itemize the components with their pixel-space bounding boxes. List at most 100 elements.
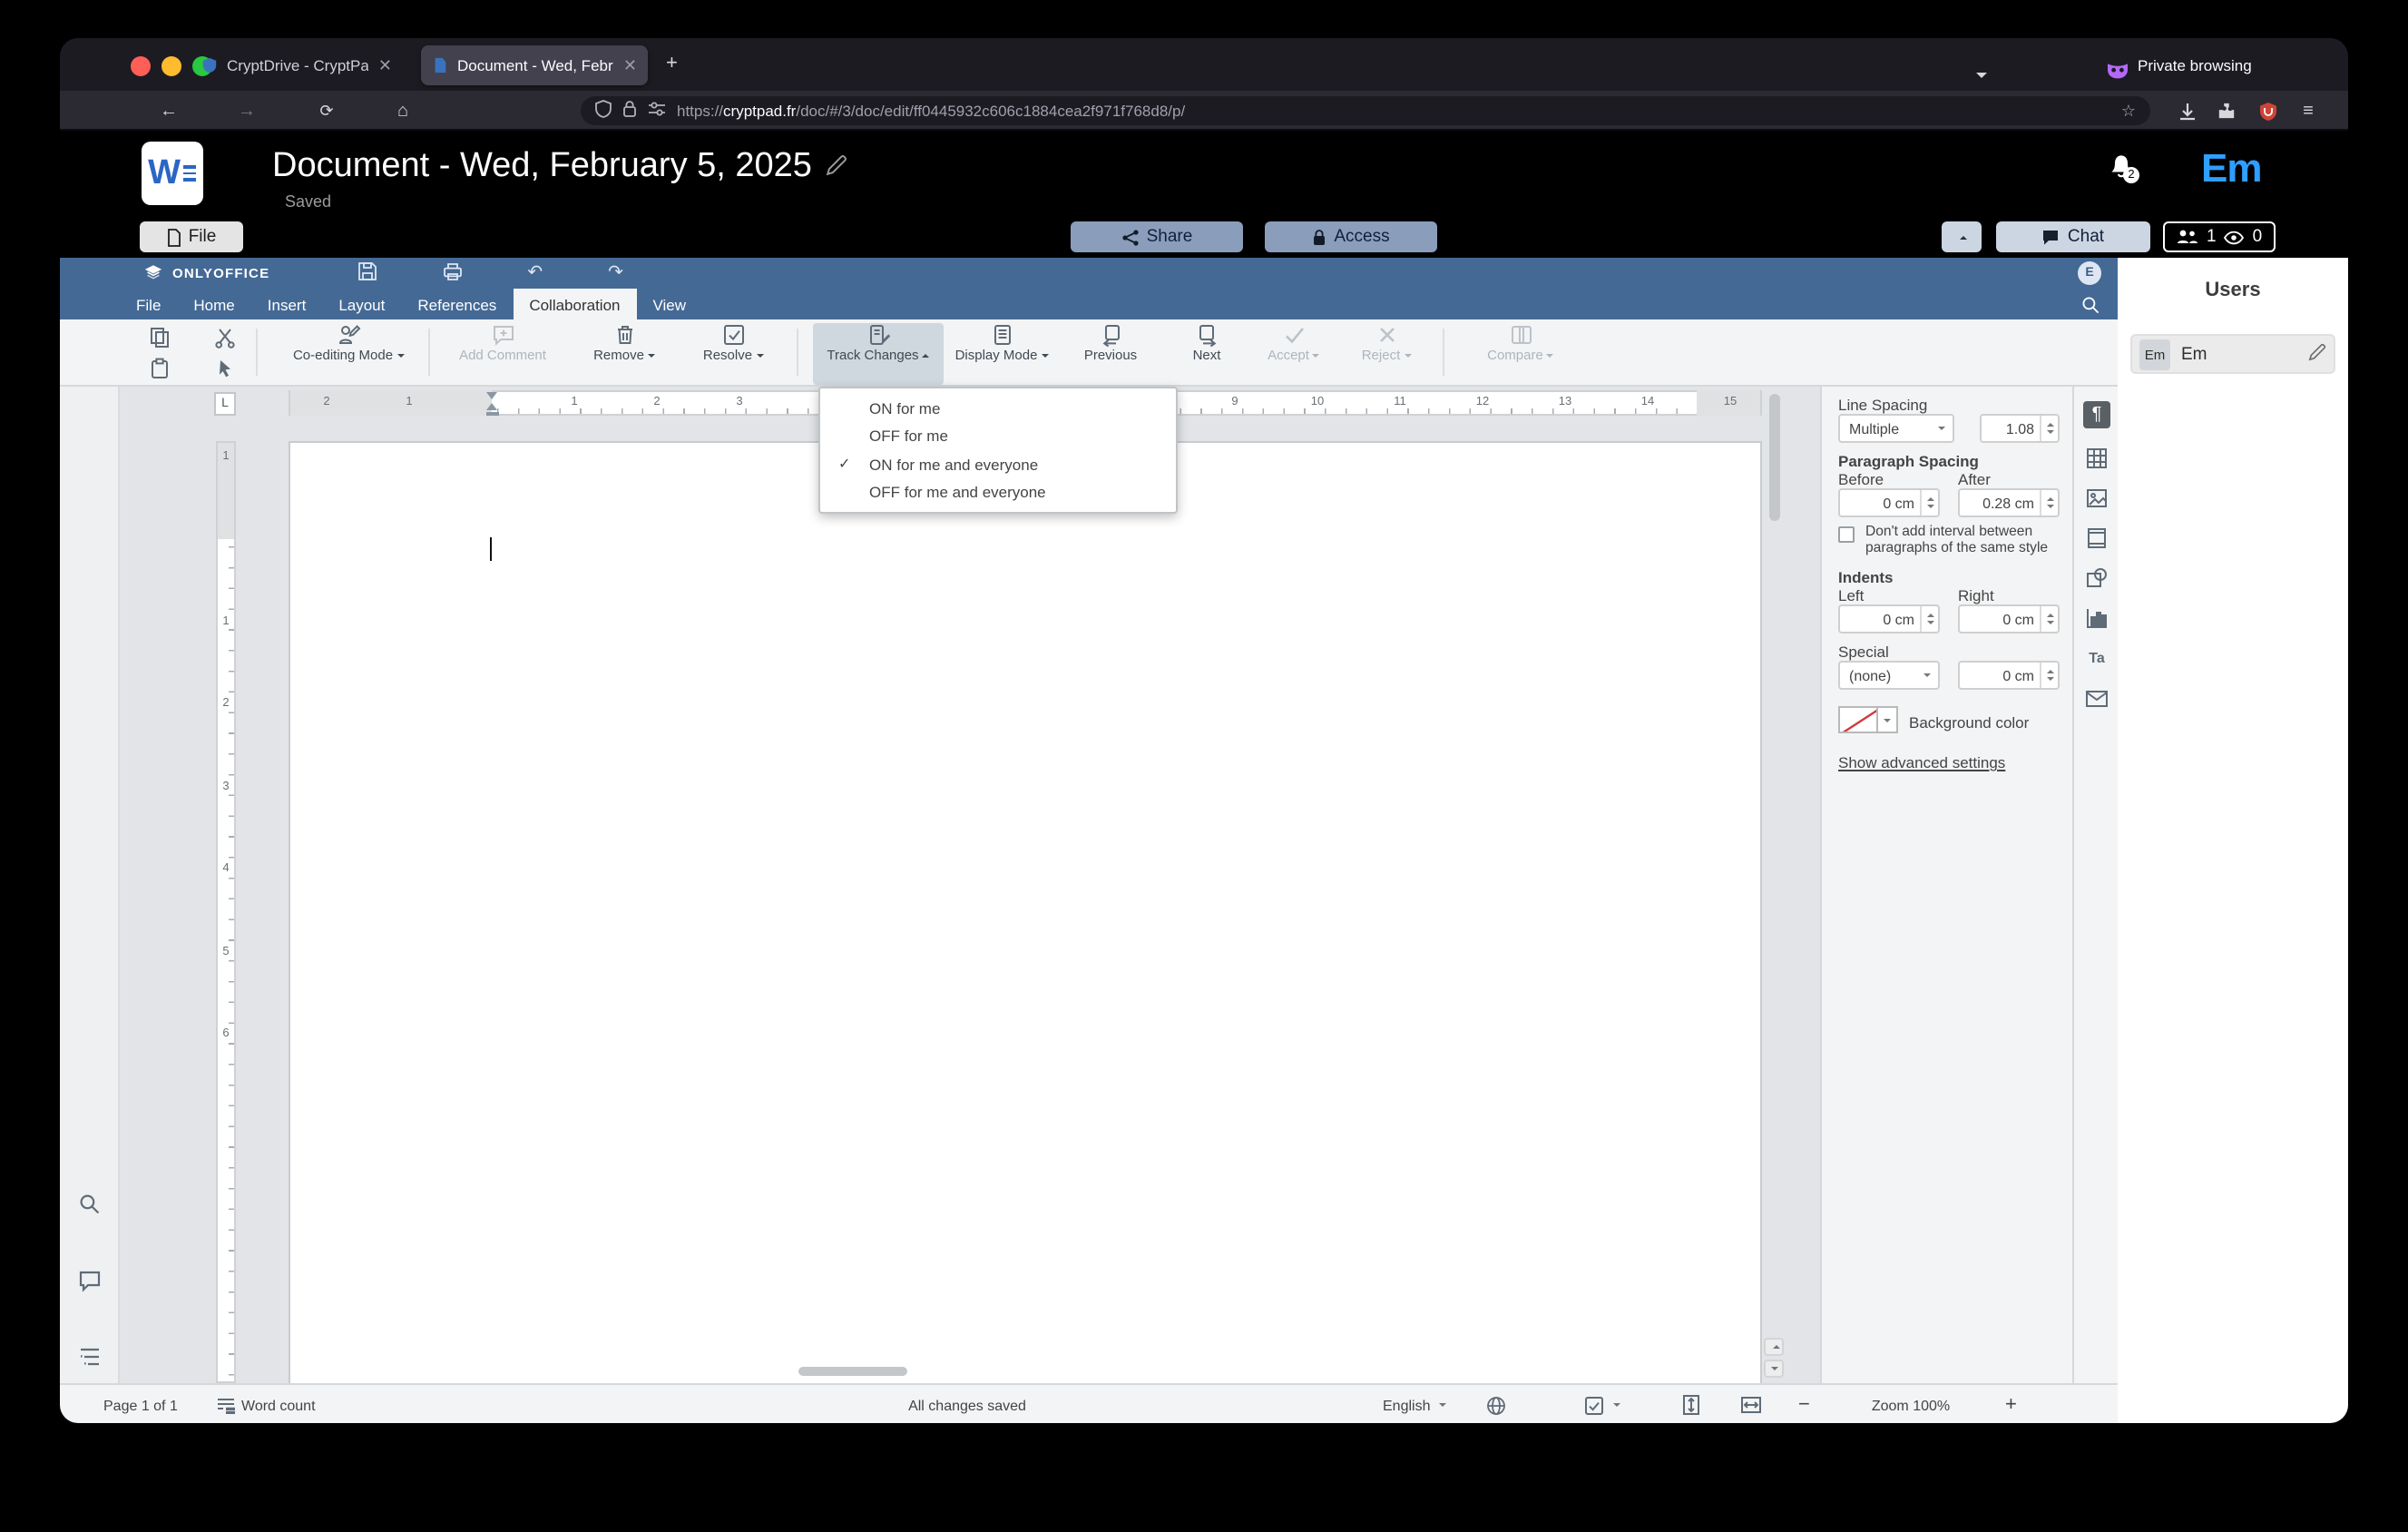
line-spacing-amount-spinner[interactable]: 1.08 — [1980, 414, 2060, 443]
horizontal-scrollbar-thumb[interactable] — [798, 1367, 907, 1376]
chart-settings-icon[interactable] — [2083, 604, 2110, 632]
menu-tab-layout[interactable]: Layout — [322, 289, 401, 319]
resolve-button[interactable]: Resolve — [684, 323, 782, 364]
downloads-icon[interactable] — [2172, 91, 2201, 131]
tab-document[interactable]: Document - Wed, February 5, 2 ✕ — [421, 45, 648, 85]
document-language-globe-icon[interactable] — [1486, 1385, 1506, 1423]
file-button[interactable]: File — [140, 221, 243, 252]
back-button[interactable]: ← — [154, 91, 183, 131]
track-changes-menu-item[interactable]: ON for me — [820, 394, 1176, 422]
line-spacing-select[interactable]: Multiple — [1838, 414, 1954, 443]
menu-tab-references[interactable]: References — [401, 289, 513, 319]
paragraph-settings-icon[interactable]: ¶ — [2083, 401, 2110, 428]
track-changes-button[interactable]: Track Changes — [813, 323, 944, 385]
menu-tab-insert[interactable]: Insert — [251, 289, 323, 319]
lock-icon[interactable] — [622, 94, 637, 127]
background-color-button[interactable] — [1838, 706, 1898, 733]
minimize-window-button[interactable] — [162, 56, 181, 76]
language-selector[interactable]: English — [1383, 1385, 1447, 1423]
bookmark-star-icon[interactable]: ☆ — [2121, 101, 2136, 121]
left-indent-marker[interactable] — [485, 411, 498, 416]
save-icon[interactable] — [357, 257, 377, 290]
spacing-before-spinner[interactable]: 0 cm — [1838, 488, 1940, 517]
tracking-shield-icon[interactable] — [595, 94, 612, 127]
first-line-indent-marker[interactable] — [485, 391, 496, 398]
home-button[interactable]: ⌂ — [388, 91, 417, 131]
chat-button[interactable]: Chat — [1996, 221, 2150, 252]
find-icon[interactable] — [78, 1193, 102, 1216]
redo-icon[interactable]: ↷ — [608, 263, 623, 282]
text-art-settings-icon[interactable]: Ta — [2083, 644, 2110, 672]
reload-button[interactable]: ⟳ — [312, 91, 341, 131]
hamburger-menu-icon[interactable]: ≡ — [2294, 91, 2323, 131]
add-comment-button[interactable]: Add Comment — [445, 323, 561, 364]
document-canvas[interactable] — [289, 441, 1762, 1383]
advanced-settings-link[interactable]: Show advanced settings — [1838, 753, 2005, 771]
print-icon[interactable] — [442, 257, 462, 290]
list-tabs-chevron-icon[interactable] — [1972, 56, 1987, 89]
menu-tab-file[interactable]: File — [120, 289, 177, 319]
page-indicator[interactable]: Page 1 of 1 — [103, 1385, 178, 1423]
scrollbar-thumb[interactable] — [1769, 394, 1780, 521]
select-all-icon[interactable] — [212, 356, 238, 381]
track-changes-menu-item[interactable]: ✓ ON for me and everyone — [820, 450, 1176, 478]
cut-icon[interactable] — [212, 325, 238, 350]
collapse-toolbar-button[interactable] — [1942, 221, 1982, 252]
spacing-after-spinner[interactable]: 0.28 cm — [1958, 488, 2060, 517]
extensions-puzzle-icon[interactable] — [2212, 91, 2241, 131]
co-editing-mode-button[interactable]: Co-editing Mode — [281, 323, 416, 364]
tab-cryptdrive[interactable]: CryptDrive - CryptPad.fr ✕ — [191, 45, 403, 85]
navigation-headings-icon[interactable] — [78, 1345, 102, 1369]
permissions-icon[interactable] — [648, 94, 666, 127]
indent-right-spinner[interactable]: 0 cm — [1958, 604, 2060, 633]
account-avatar[interactable]: E — [2078, 261, 2101, 285]
share-button[interactable]: Share — [1071, 221, 1243, 252]
track-changes-menu-item[interactable]: OFF for me and everyone — [820, 478, 1176, 506]
vertical-scrollbar[interactable] — [1767, 388, 1782, 1383]
hanging-indent-marker[interactable] — [485, 402, 496, 409]
word-count-button[interactable]: Word count — [216, 1385, 316, 1423]
menu-tab-collaboration[interactable]: Collaboration — [513, 289, 637, 319]
edit-title-pencil-icon[interactable] — [827, 147, 848, 187]
special-amount-spinner[interactable]: 0 cm — [1958, 661, 2060, 690]
zoom-out-button[interactable]: − — [1798, 1385, 1810, 1423]
user-list-item[interactable]: Em Em — [2130, 334, 2335, 374]
next-change-button[interactable]: Next — [1170, 323, 1243, 364]
interval-checkbox[interactable] — [1838, 526, 1855, 543]
reject-button[interactable]: Reject — [1346, 323, 1426, 364]
undo-icon[interactable]: ↶ — [527, 263, 543, 282]
fit-width-icon[interactable] — [1740, 1385, 1762, 1423]
ublock-icon[interactable] — [2254, 91, 2283, 131]
tab-stop-selector[interactable]: L — [214, 391, 236, 415]
access-button[interactable]: Access — [1265, 221, 1437, 252]
mail-merge-icon[interactable] — [2083, 684, 2110, 712]
indent-left-spinner[interactable]: 0 cm — [1838, 604, 1940, 633]
spell-check-toggle[interactable] — [1584, 1385, 1620, 1423]
table-settings-icon[interactable] — [2083, 445, 2110, 472]
header-footer-settings-icon[interactable] — [2083, 525, 2110, 552]
rename-pencil-icon[interactable] — [2308, 338, 2326, 370]
notifications-bell-icon[interactable]: 2 — [2107, 151, 2139, 189]
search-icon[interactable] — [2081, 289, 2100, 319]
image-settings-icon[interactable] — [2083, 485, 2110, 512]
previous-page-button[interactable] — [1764, 1338, 1784, 1356]
close-tab-icon[interactable]: ✕ — [378, 55, 392, 75]
close-window-button[interactable] — [131, 56, 151, 76]
fit-page-icon[interactable] — [1680, 1385, 1702, 1423]
accept-button[interactable]: Accept — [1254, 323, 1334, 364]
close-tab-icon[interactable]: ✕ — [623, 55, 637, 75]
special-select[interactable]: (none) — [1838, 661, 1940, 690]
url-bar[interactable]: https://cryptpad.fr/doc/#/3/doc/edit/ff0… — [581, 96, 2150, 125]
previous-change-button[interactable]: Previous — [1071, 323, 1150, 364]
user-avatar-text[interactable]: Em — [2201, 145, 2263, 192]
zoom-in-button[interactable]: + — [2005, 1385, 2017, 1423]
new-tab-button[interactable]: + — [666, 54, 678, 74]
menu-tab-home[interactable]: Home — [177, 289, 250, 319]
display-mode-button[interactable]: Display Mode — [949, 323, 1054, 364]
compare-button[interactable]: Compare — [1466, 323, 1575, 364]
copy-icon[interactable] — [147, 325, 172, 350]
paste-icon[interactable] — [147, 356, 172, 381]
shape-settings-icon[interactable] — [2083, 565, 2110, 592]
forward-button[interactable]: → — [232, 91, 261, 131]
presence-count-box[interactable]: 1 0 — [2163, 221, 2276, 252]
